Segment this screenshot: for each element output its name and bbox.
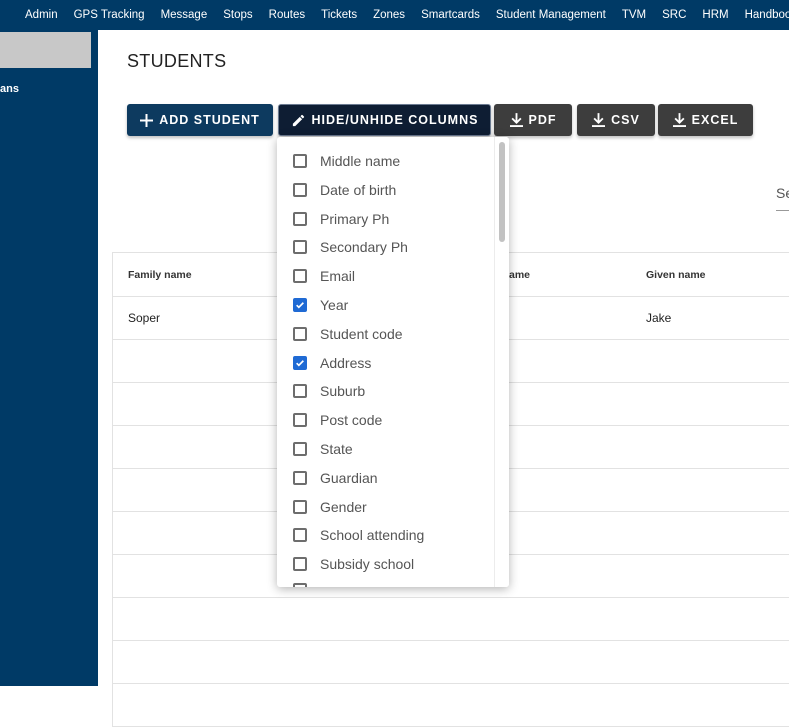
top-navigation: Admin GPS Tracking Message Stops Routes … (0, 0, 789, 30)
nav-src[interactable]: SRC (654, 9, 694, 21)
column-option-label: Middle name (320, 153, 401, 169)
page-title: STUDENTS (127, 51, 227, 71)
header-family-name[interactable]: Family name (128, 269, 192, 281)
column-option-label: Student code (320, 325, 403, 342)
scrollbar-thumb[interactable] (499, 142, 505, 242)
checkbox-unchecked[interactable] (293, 182, 307, 197)
column-option-label: Address (320, 354, 372, 371)
column-option-label: Gender (320, 498, 367, 515)
nav-message[interactable]: Message (153, 9, 216, 21)
table-row (113, 684, 789, 727)
search-underline (776, 210, 789, 211)
nav-smartcards[interactable]: Smartcards (413, 9, 488, 21)
checkbox-unchecked[interactable] (293, 269, 307, 284)
pdf-label: PDF (528, 113, 557, 127)
excel-label: EXCEL (691, 113, 739, 127)
column-option-label: Primary Ph (320, 210, 390, 227)
checkbox-unchecked[interactable] (293, 211, 307, 226)
column-option-label: Post code (320, 412, 383, 429)
column-option[interactable]: School attending (277, 521, 492, 549)
header-given-name[interactable]: Given name (646, 269, 706, 281)
checkbox[interactable] (293, 583, 307, 587)
check-icon (296, 302, 304, 309)
nav-hrm[interactable]: HRM (694, 9, 736, 21)
checkbox-unchecked[interactable] (293, 154, 307, 168)
column-option[interactable]: Subsidy school (277, 550, 492, 578)
pdf-export-button[interactable]: PDF (494, 104, 572, 136)
column-option[interactable]: Middle name (277, 147, 492, 175)
plus-icon (140, 113, 154, 127)
column-option[interactable]: State (277, 435, 492, 463)
column-option-label: School attending (320, 527, 425, 544)
checkbox-unchecked[interactable] (293, 528, 307, 543)
column-option[interactable]: Address (277, 349, 492, 377)
nav-zones[interactable]: Zones (365, 9, 413, 21)
checkbox-unchecked[interactable] (293, 413, 307, 428)
dropdown-scrollbar[interactable] (494, 137, 509, 587)
checkbox-unchecked[interactable] (293, 557, 307, 572)
sidebar-selected-block[interactable] (0, 32, 91, 68)
excel-export-button[interactable]: EXCEL (658, 104, 753, 136)
column-option[interactable]: Post code (277, 406, 492, 434)
column-option[interactable]: Suburb (277, 377, 492, 405)
nav-stops[interactable]: Stops (215, 9, 260, 21)
column-option[interactable]: Student code (277, 320, 492, 348)
column-option-label: State (320, 441, 353, 457)
download-icon (672, 112, 686, 127)
column-option-label: Guardian (320, 469, 378, 486)
csv-export-button[interactable]: CSV (577, 104, 655, 136)
checkbox-unchecked[interactable] (293, 442, 307, 456)
column-option-label: Year (320, 297, 349, 313)
nav-handbooks[interactable]: Handbooks (737, 9, 789, 21)
hide-unhide-label: HIDE/UNHIDE COLUMNS (311, 113, 479, 127)
cell-given-name: Jake (646, 311, 672, 325)
checkbox-checked[interactable] (293, 355, 307, 370)
pencil-icon (292, 114, 304, 126)
nav-tickets[interactable]: Tickets (313, 9, 365, 21)
nav-gps-tracking[interactable]: GPS Tracking (66, 9, 153, 21)
sidebar: ans (0, 30, 98, 686)
column-option-label: Date of birth (320, 181, 397, 198)
search-input[interactable]: Se (776, 185, 789, 201)
hide-unhide-columns-button[interactable]: HIDE/UNHIDE COLUMNS (278, 104, 491, 136)
nav-admin[interactable]: Admin (0, 9, 66, 21)
column-option[interactable]: Primary Ph (277, 205, 492, 233)
checkbox-unchecked[interactable] (293, 470, 307, 485)
column-option-label: Email (320, 268, 356, 285)
download-icon (592, 112, 606, 127)
column-option[interactable]: Secondary Ph (277, 233, 492, 261)
table-row (113, 598, 789, 641)
add-student-button[interactable]: ADD STUDENT (127, 104, 273, 136)
csv-label: CSV (611, 113, 640, 127)
column-option[interactable]: Gender (277, 493, 492, 521)
column-option[interactable]: Email (277, 262, 492, 290)
checkbox-checked[interactable] (293, 298, 307, 312)
column-option-label: Secondary Ph (320, 239, 408, 256)
sidebar-item-label[interactable]: ans (0, 83, 19, 95)
column-option[interactable]: Guardian (277, 464, 492, 492)
column-option-label: Suburb (320, 383, 366, 400)
check-icon (296, 359, 304, 367)
column-option-label: Subsidy school (320, 556, 415, 573)
checkbox-unchecked[interactable] (293, 499, 307, 514)
column-option-partial[interactable] (277, 576, 492, 587)
cell-family-name: Soper (128, 311, 161, 325)
table-row (113, 641, 789, 684)
add-student-label: ADD STUDENT (159, 113, 260, 127)
checkbox-unchecked[interactable] (293, 326, 307, 341)
column-option[interactable]: Year (277, 291, 492, 319)
header-partial[interactable]: ame (509, 269, 530, 281)
columns-dropdown-menu: Middle name Date of birth Primary Ph Second… (277, 137, 509, 587)
nav-routes[interactable]: Routes (261, 9, 313, 21)
checkbox-unchecked[interactable] (293, 240, 307, 255)
nav-student-management[interactable]: Student Management (488, 9, 614, 21)
column-option[interactable]: Date of birth (277, 176, 492, 204)
checkbox-unchecked[interactable] (293, 384, 307, 399)
download-icon (509, 112, 523, 127)
nav-tvm[interactable]: TVM (614, 9, 654, 21)
